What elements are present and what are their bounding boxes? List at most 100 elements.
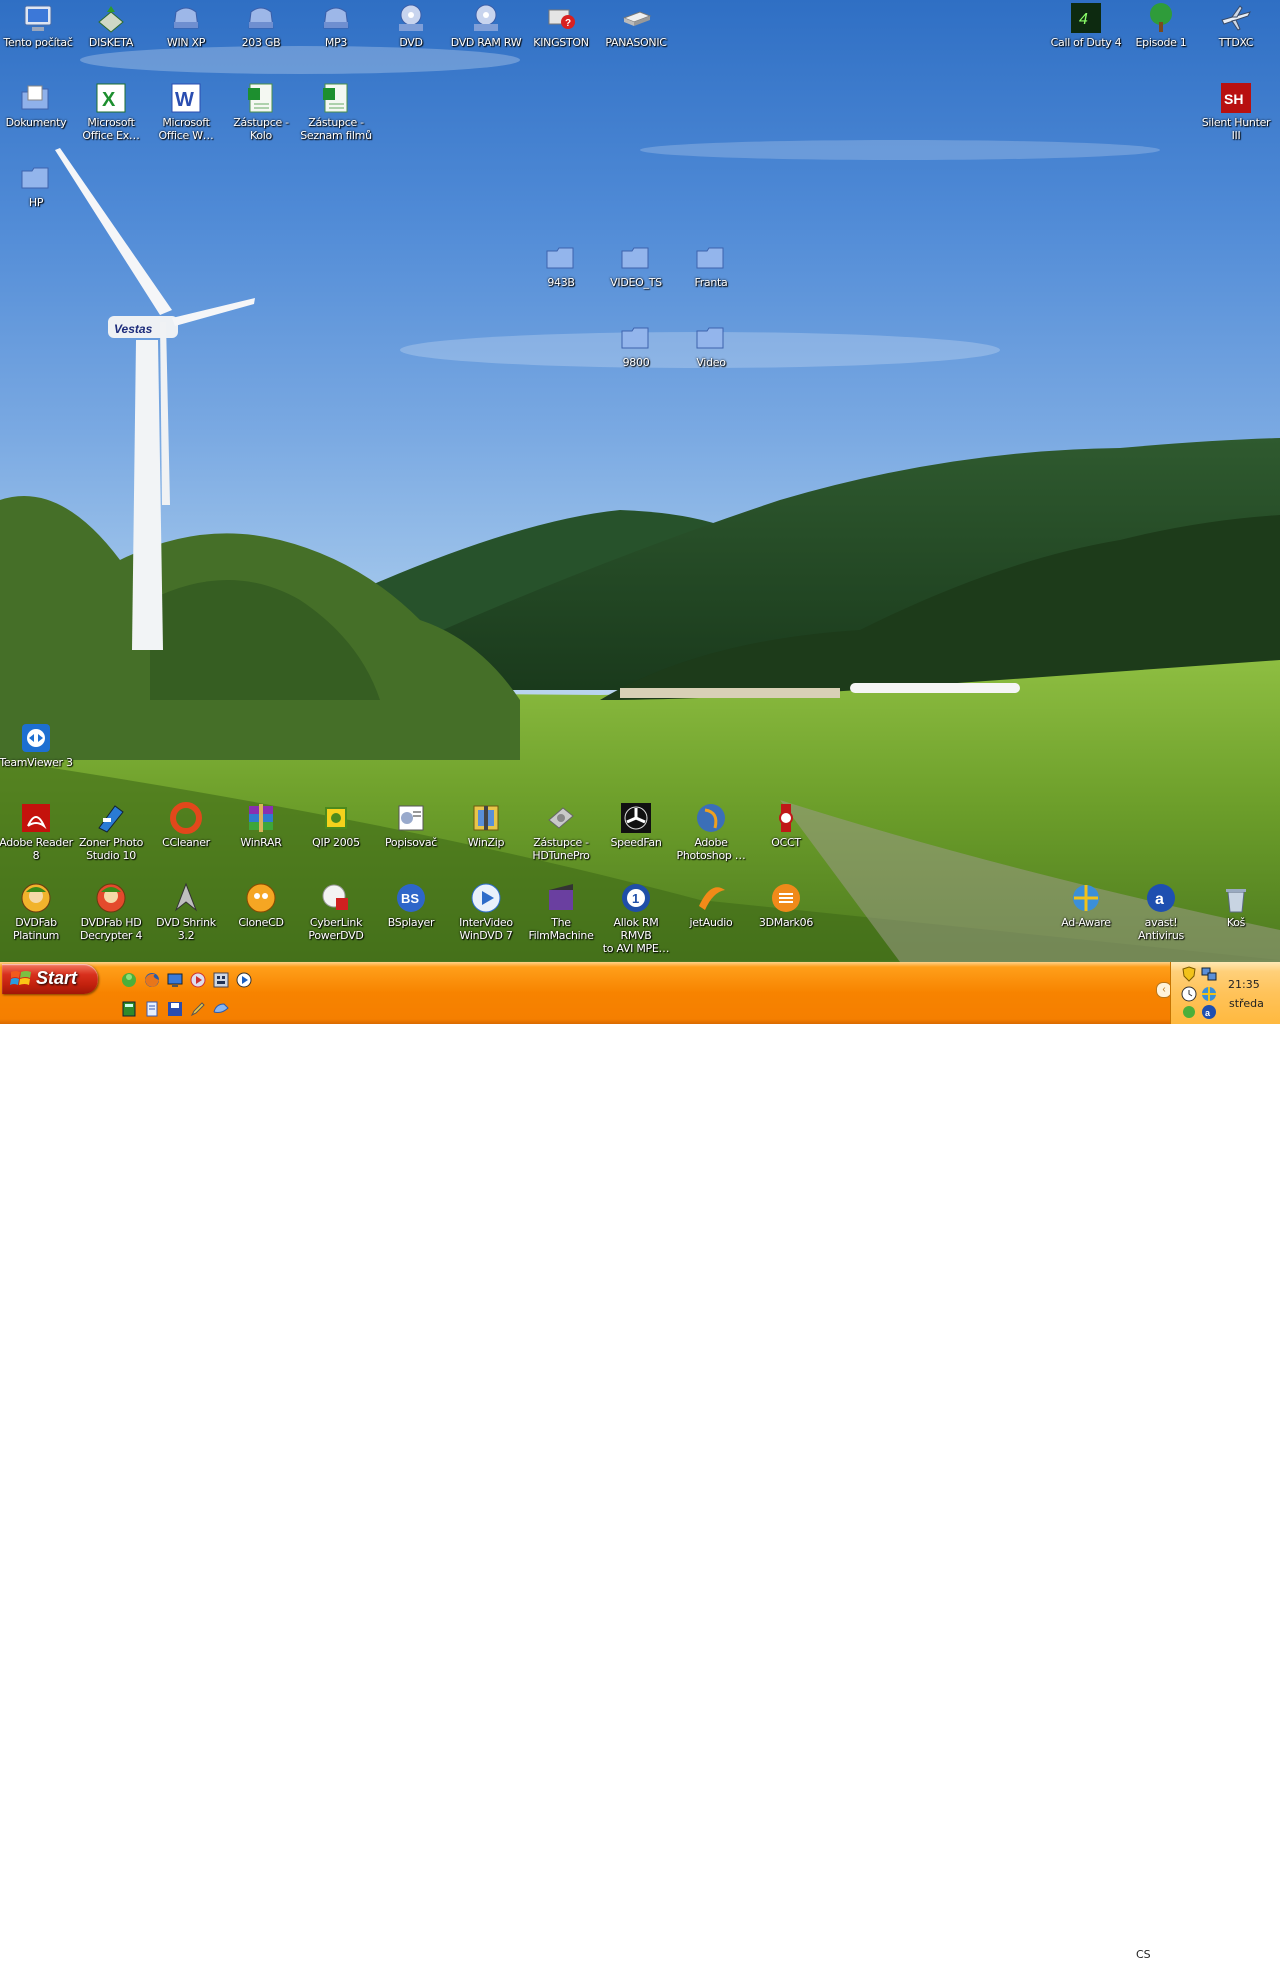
desktop-icon-panasonic[interactable]: PANASONIC bbox=[598, 2, 674, 49]
hard-drive-icon bbox=[248, 7, 274, 29]
desktop-icon-quicklaunch[interactable] bbox=[166, 971, 184, 989]
desktop-icon-3dmark06[interactable]: 3DMark06 bbox=[748, 882, 824, 929]
fan-icon bbox=[621, 803, 651, 833]
hard-drive-icon bbox=[173, 7, 199, 29]
ie-icon[interactable] bbox=[212, 1000, 230, 1018]
clock-tray-icon[interactable] bbox=[1181, 986, 1197, 1002]
desktop-icon-dvdfab-platinum[interactable]: DVDFab Platinum bbox=[0, 882, 74, 942]
avast-icon: a bbox=[1147, 884, 1175, 912]
network-tray-icon[interactable] bbox=[1201, 966, 1217, 982]
desktop-icon-microsoft-office-excel[interactable]: X Microsoft Office Ex… bbox=[73, 82, 149, 142]
clock-time[interactable]: 21:35 bbox=[1228, 978, 1260, 991]
silent-hunter-icon: SH bbox=[1221, 83, 1251, 113]
msn-tray-icon[interactable] bbox=[1181, 1004, 1197, 1020]
bsplayer-icon: BS bbox=[397, 884, 425, 912]
desktop-icon-adobe-reader-8[interactable]: Adobe Reader 8 bbox=[0, 802, 74, 862]
desktop-icon-video-ts[interactable]: VIDEO_TS bbox=[598, 242, 674, 289]
firefox-icon[interactable] bbox=[143, 971, 161, 989]
adobe-reader-icon bbox=[22, 804, 50, 832]
excel-sheet-icon bbox=[323, 83, 348, 113]
dvd-drive-icon bbox=[399, 4, 423, 31]
3dmark-icon bbox=[772, 884, 800, 912]
pencil-icon[interactable] bbox=[189, 1000, 207, 1018]
folder-icon bbox=[21, 167, 49, 189]
occt-icon bbox=[779, 804, 793, 832]
desktop-icon-allok-rm-rmvb[interactable]: 1 Allok RM RMVB to AVI MPE… bbox=[598, 882, 674, 955]
desktop-icon-zastupce-seznam-filmu[interactable]: Zástupce - Seznam filmů bbox=[298, 82, 374, 142]
desktop-icon-dvd-ram-rw[interactable]: DVD RAM RW bbox=[448, 2, 524, 49]
desktop-icon-occt[interactable]: OCCT bbox=[748, 802, 824, 849]
desktop-icon-disketa[interactable]: DISKETA bbox=[73, 2, 149, 49]
folder-icon bbox=[621, 327, 649, 349]
clock-day[interactable]: středa bbox=[1229, 997, 1264, 1010]
desktop-icon-teamviewer-3[interactable]: TeamViewer 3 bbox=[0, 722, 74, 769]
globe-tray-icon[interactable] bbox=[1201, 986, 1217, 1002]
desktop-icon-mp3[interactable]: MP3 bbox=[298, 2, 374, 49]
desktop-icon-adobe-photoshop[interactable]: Adobe Photoshop … bbox=[673, 802, 749, 862]
desktop-icon-ad-aware[interactable]: Ad-Aware bbox=[1048, 882, 1124, 929]
ccleaner-icon bbox=[170, 802, 202, 834]
desktop-icon-zoner-photo-studio-10[interactable]: Zoner Photo Studio 10 bbox=[73, 802, 149, 862]
avast-tray-icon[interactable]: a bbox=[1201, 1004, 1217, 1020]
start-button[interactable]: Start bbox=[2, 964, 98, 994]
folder-icon bbox=[546, 247, 574, 269]
desktop-icon-speedfan[interactable]: SpeedFan bbox=[598, 802, 674, 849]
desktop-icon-dokumenty[interactable]: Dokumenty bbox=[0, 82, 74, 129]
save-icon[interactable] bbox=[166, 1000, 184, 1018]
desktop-icon-kingston[interactable]: ? KINGSTON bbox=[523, 2, 599, 49]
desktop-icon-popisovac[interactable]: Popisovač bbox=[373, 802, 449, 849]
desktop-icon-zastupce-kolo[interactable]: Zástupce - Kolo bbox=[223, 82, 299, 142]
desktop-icon-video[interactable]: Video bbox=[673, 322, 749, 369]
desktop-icon-call-of-duty-4[interactable]: 4 Call of Duty 4 bbox=[1048, 2, 1124, 49]
clonecd-icon bbox=[246, 883, 276, 913]
removable-drive-icon: ? bbox=[548, 9, 575, 29]
dvd-drive-icon bbox=[474, 4, 498, 31]
desktop-icon-dvd-shrink-3-2[interactable]: DVD Shrink 3.2 bbox=[148, 882, 224, 942]
player-icon[interactable] bbox=[235, 971, 253, 989]
film-icon bbox=[549, 884, 573, 910]
language-indicator[interactable]: CS bbox=[1136, 1948, 1151, 1961]
calc-icon[interactable] bbox=[120, 1000, 138, 1018]
desktop-icon-dvdfab-hd-decrypter-4[interactable]: DVDFab HD Decrypter 4 bbox=[73, 882, 149, 942]
desktop-icon-dvd[interactable]: DVD bbox=[373, 2, 449, 49]
svg-text:SH: SH bbox=[1224, 91, 1243, 107]
svg-text:X: X bbox=[102, 89, 116, 111]
desktop-icon-tento-pocitac[interactable]: Tento počítač bbox=[0, 2, 76, 49]
desktop-icon-kos[interactable]: Koš bbox=[1198, 882, 1274, 929]
desktop-icon-zastupce-hdtunepro[interactable]: Zástupce - HDTunePro bbox=[523, 802, 599, 862]
desktop-icon-ttdxc[interactable]: TTDXC bbox=[1198, 2, 1274, 49]
desktop-icon-bsplayer[interactable]: BS BSplayer bbox=[373, 882, 449, 929]
desktop-icon-avast-antivirus[interactable]: a avast! Antivirus bbox=[1123, 882, 1199, 942]
system-tray: a bbox=[1170, 962, 1280, 1024]
desktop-icon-jetaudio[interactable]: jetAudio bbox=[673, 882, 749, 929]
desktop-icon-win-xp[interactable]: WIN XP bbox=[148, 2, 224, 49]
desktop-icon-winzip[interactable]: WinZip bbox=[448, 802, 524, 849]
desktop-icon-winrar[interactable]: WinRAR bbox=[223, 802, 299, 849]
desktop-icon-hp[interactable]: HP bbox=[0, 162, 74, 209]
desktop-icon-the-filmmachine[interactable]: The FilmMachine bbox=[523, 882, 599, 942]
desktop-icon-ccleaner[interactable]: CCleaner bbox=[148, 802, 224, 849]
desktop-icon-9800[interactable]: 9800 bbox=[598, 322, 674, 369]
shield-icon[interactable] bbox=[1181, 966, 1197, 982]
desktop-icon-episode-1[interactable]: Episode 1 bbox=[1123, 2, 1199, 49]
desktop-icon-microsoft-office-word[interactable]: W Microsoft Office W… bbox=[148, 82, 224, 142]
desktop-icon-intervideo-windvd-7[interactable]: InterVideo WinDVD 7 bbox=[448, 882, 524, 942]
play-icon bbox=[471, 883, 501, 913]
desktop[interactable]: Vestas Tento počítač DISKETA WIN XP 203 … bbox=[0, 0, 1280, 962]
svg-text:W: W bbox=[175, 89, 194, 111]
zoner-icon bbox=[98, 805, 124, 833]
msn-icon[interactable] bbox=[120, 971, 138, 989]
desktop-icon-qip-2005[interactable]: QIP 2005 bbox=[298, 802, 374, 849]
powerdvd-icon bbox=[322, 884, 348, 910]
desktop-icon-clonecd[interactable]: CloneCD bbox=[223, 882, 299, 929]
desktop-icon-silent-hunter-iii[interactable]: SH Silent Hunter III bbox=[1198, 82, 1274, 142]
desktop-icon-943b[interactable]: 943B bbox=[523, 242, 599, 289]
desktop-icon-203gb[interactable]: 203 GB bbox=[223, 2, 299, 49]
svg-text:a: a bbox=[1155, 891, 1164, 908]
network-icon[interactable] bbox=[212, 971, 230, 989]
media-icon[interactable] bbox=[189, 971, 207, 989]
desktop-icon-franta[interactable]: Franta bbox=[673, 242, 749, 289]
notepad-icon[interactable] bbox=[143, 1000, 161, 1018]
desktop-icon-cyberlink-powerdvd[interactable]: CyberLink PowerDVD bbox=[298, 882, 374, 942]
dvdfab-icon bbox=[21, 883, 51, 913]
